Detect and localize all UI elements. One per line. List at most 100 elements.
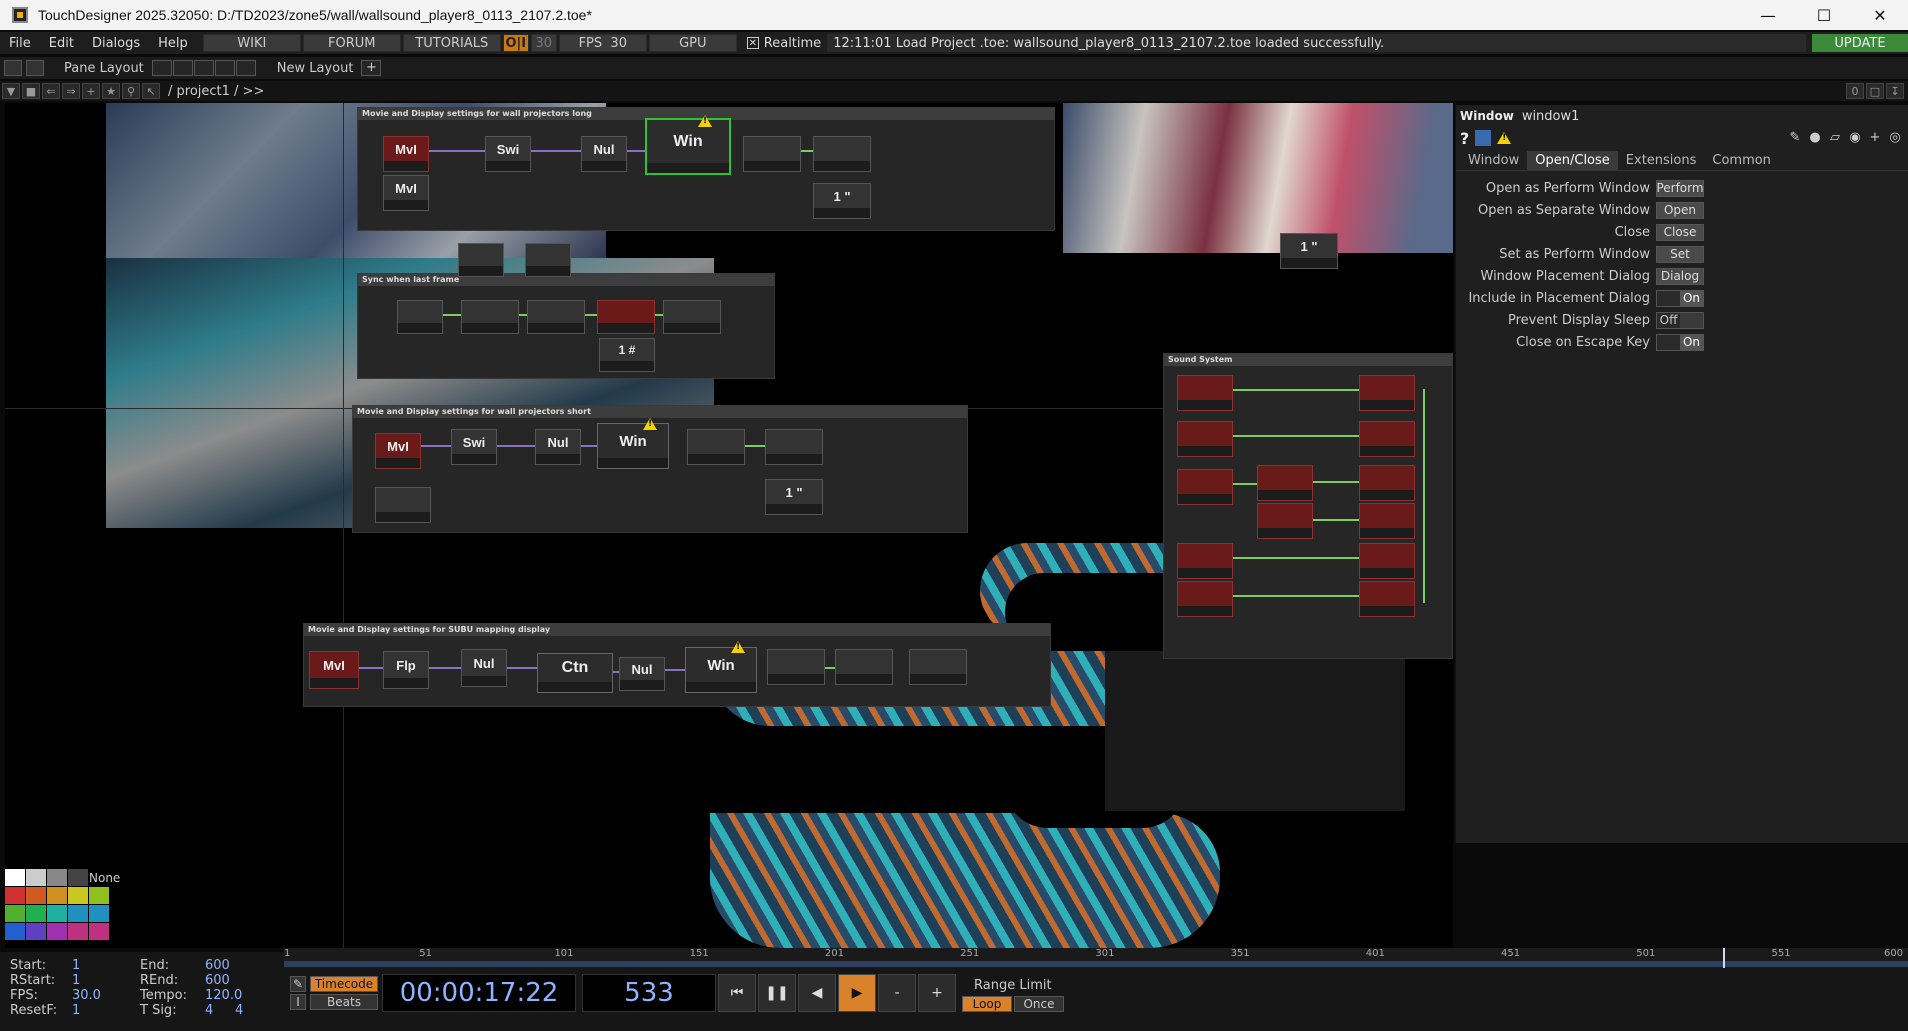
warning-icon[interactable]	[731, 641, 745, 653]
swatch[interactable]	[47, 905, 67, 922]
add-layout-icon[interactable]: +	[361, 60, 382, 76]
forward-icon[interactable]: ⇒	[62, 83, 80, 99]
pane-split-icon[interactable]: ↧	[1886, 83, 1904, 99]
play-icon[interactable]: ▶	[838, 974, 876, 1012]
op-select-3[interactable]	[765, 429, 823, 465]
close-icon[interactable]: ✕	[1852, 0, 1908, 30]
fps-display[interactable]: FPS 30	[558, 34, 647, 52]
swatch[interactable]	[89, 887, 109, 904]
pane-layout-3[interactable]	[193, 60, 214, 76]
tempo-value[interactable]: 120.0	[205, 988, 242, 1003]
menu-file[interactable]: File	[0, 36, 40, 51]
op-info-3[interactable]	[687, 429, 745, 465]
pause-icon[interactable]: ❚❚	[758, 974, 796, 1012]
loop-button[interactable]: Loop	[962, 996, 1012, 1012]
tab-common[interactable]: Common	[1704, 151, 1779, 170]
minus-button[interactable]: -	[878, 974, 916, 1012]
op-chopexec-4[interactable]	[909, 649, 967, 685]
rewind-icon[interactable]: ⏮	[718, 974, 756, 1012]
swatch[interactable]	[26, 869, 46, 886]
op-window2[interactable]: Win	[597, 423, 669, 469]
op-null-s5[interactable]	[1359, 543, 1415, 579]
realtime-toggle[interactable]: ✕ Realtime	[746, 36, 821, 51]
op-select-1[interactable]	[813, 136, 871, 172]
pane-layout-1[interactable]	[151, 60, 172, 76]
swatch[interactable]	[68, 887, 88, 904]
target-icon[interactable]: ◎	[1888, 131, 1902, 145]
rend-value[interactable]: 600	[205, 973, 241, 988]
tab-open-close[interactable]: Open/Close	[1527, 151, 1618, 170]
new-layout-label[interactable]: New Layout	[277, 61, 354, 76]
timeline[interactable]: 1 51 101 151 201 251 301 351 401 451 501 551 600	[284, 948, 1908, 968]
pane-layout-2[interactable]	[172, 60, 193, 76]
op-sound-in-4[interactable]	[1177, 543, 1233, 579]
gpu-button[interactable]: GPU	[648, 34, 737, 52]
op-chopexec-2[interactable]: 1 "	[765, 479, 823, 515]
back-icon[interactable]: ⇐	[42, 83, 60, 99]
op-sound-in-1[interactable]	[1177, 375, 1233, 411]
op-info-2[interactable]	[397, 300, 443, 334]
warning-icon[interactable]	[643, 418, 657, 430]
include-placement-toggle[interactable]: On	[1656, 289, 1704, 307]
maximize-icon[interactable]: ☐	[1796, 0, 1852, 30]
close-escape-toggle[interactable]: On	[1656, 333, 1704, 351]
wiki-button[interactable]: WIKI	[202, 34, 301, 52]
tab-extensions[interactable]: Extensions	[1618, 151, 1705, 170]
tc-cursor-icon[interactable]: I	[290, 994, 306, 1010]
swatch[interactable]	[26, 923, 46, 940]
forum-button[interactable]: FORUM	[302, 34, 401, 52]
once-button[interactable]: Once	[1014, 996, 1064, 1012]
menu-dialogs[interactable]: Dialogs	[83, 36, 149, 51]
swatch[interactable]	[5, 905, 25, 922]
step-back-icon[interactable]: ◀	[798, 974, 836, 1012]
add-param-icon[interactable]: +	[1868, 131, 1882, 145]
swatch[interactable]	[68, 869, 88, 886]
op-execute-1[interactable]: 1 "	[1280, 233, 1338, 269]
op-chopexec-hash[interactable]: 1 #	[599, 338, 655, 372]
pane-view-icon[interactable]	[4, 60, 22, 76]
rstart-value[interactable]: 1	[72, 973, 140, 988]
start-value[interactable]: 1	[72, 958, 140, 973]
op-null-s2[interactable]	[1359, 421, 1415, 457]
help-icon[interactable]: ?	[1460, 129, 1469, 148]
op-flip-1[interactable]: Flp	[383, 651, 429, 689]
pane-layout-4[interactable]	[214, 60, 235, 76]
swatch[interactable]	[47, 869, 67, 886]
clone-icon[interactable]: ▱	[1828, 131, 1842, 145]
op-chopexec-1[interactable]: 1 "	[813, 183, 871, 219]
edit-icon[interactable]: ✎	[1788, 131, 1802, 145]
playhead[interactable]	[1722, 948, 1725, 968]
fps-value[interactable]: 30.0	[72, 988, 140, 1003]
swatch[interactable]	[5, 869, 25, 886]
beats-button[interactable]: Beats	[310, 994, 378, 1010]
perform-button[interactable]: Perform	[1656, 179, 1704, 197]
minimize-icon[interactable]: —	[1740, 0, 1796, 30]
op-info-4[interactable]	[767, 649, 825, 685]
op-null-s1[interactable]	[1359, 375, 1415, 411]
expand-icon[interactable]: ▼	[2, 83, 20, 99]
network-path[interactable]: / project1 / >>	[168, 84, 264, 99]
op-moviefilein-3[interactable]: MvI	[375, 433, 421, 469]
python-icon[interactable]: ◉	[1848, 131, 1862, 145]
swatch[interactable]	[26, 887, 46, 904]
timecode-display[interactable]: 00:00:17:22	[382, 974, 576, 1012]
op-switch-1[interactable]: Swi	[485, 136, 531, 172]
swatch[interactable]	[47, 923, 67, 940]
op-moviefilein-1[interactable]: MvI	[383, 136, 429, 172]
add-op-icon[interactable]: +	[82, 83, 100, 99]
fps-target[interactable]: 30	[530, 34, 557, 52]
bookmark-icon[interactable]: ★	[102, 83, 120, 99]
op-null-s3[interactable]	[1359, 465, 1415, 501]
op-select-top[interactable]	[458, 243, 504, 277]
prevent-sleep-toggle[interactable]: Off	[1656, 311, 1704, 329]
op-null-s4[interactable]	[1359, 503, 1415, 539]
op-select-2[interactable]	[461, 300, 519, 334]
op-window1-selected[interactable]: Win	[645, 118, 731, 175]
warning-icon[interactable]	[698, 115, 712, 127]
op-trigger-1[interactable]	[597, 300, 655, 334]
frame-display[interactable]: 533	[582, 974, 716, 1012]
close-button[interactable]: Close	[1656, 223, 1704, 241]
tab-window[interactable]: Window	[1460, 151, 1527, 170]
op-sound-in-3[interactable]	[1177, 469, 1233, 505]
update-button[interactable]: UPDATE	[1812, 34, 1908, 52]
